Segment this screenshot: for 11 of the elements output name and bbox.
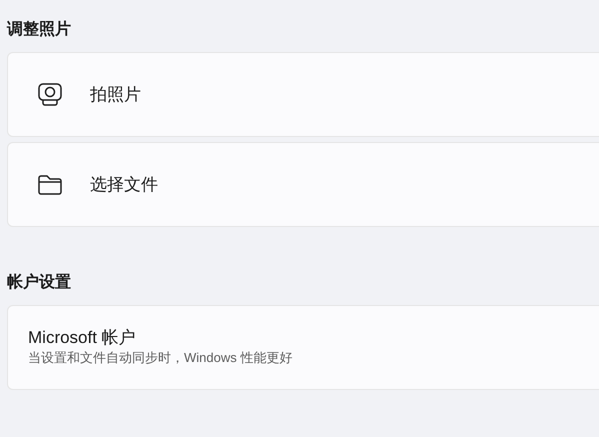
section-heading: 帐户设置 [7, 272, 71, 293]
folder-icon [37, 174, 63, 196]
card-label: 选择文件 [90, 174, 158, 196]
section-heading: 调整照片 [7, 20, 71, 40]
card-description: 当设置和文件自动同步时，Windows 性能更好 [28, 348, 294, 366]
settings-card[interactable]: Microsoft 帐户 当设置和文件自动同步时，Windows 性能更好 [7, 305, 599, 390]
webcam-icon [37, 82, 63, 106]
card-title: Microsoft 帐户 [28, 326, 137, 348]
card-label: 拍照片 [90, 84, 141, 106]
settings-card[interactable]: 选择文件 [7, 142, 599, 227]
settings-card[interactable]: 拍照片 [7, 52, 599, 137]
